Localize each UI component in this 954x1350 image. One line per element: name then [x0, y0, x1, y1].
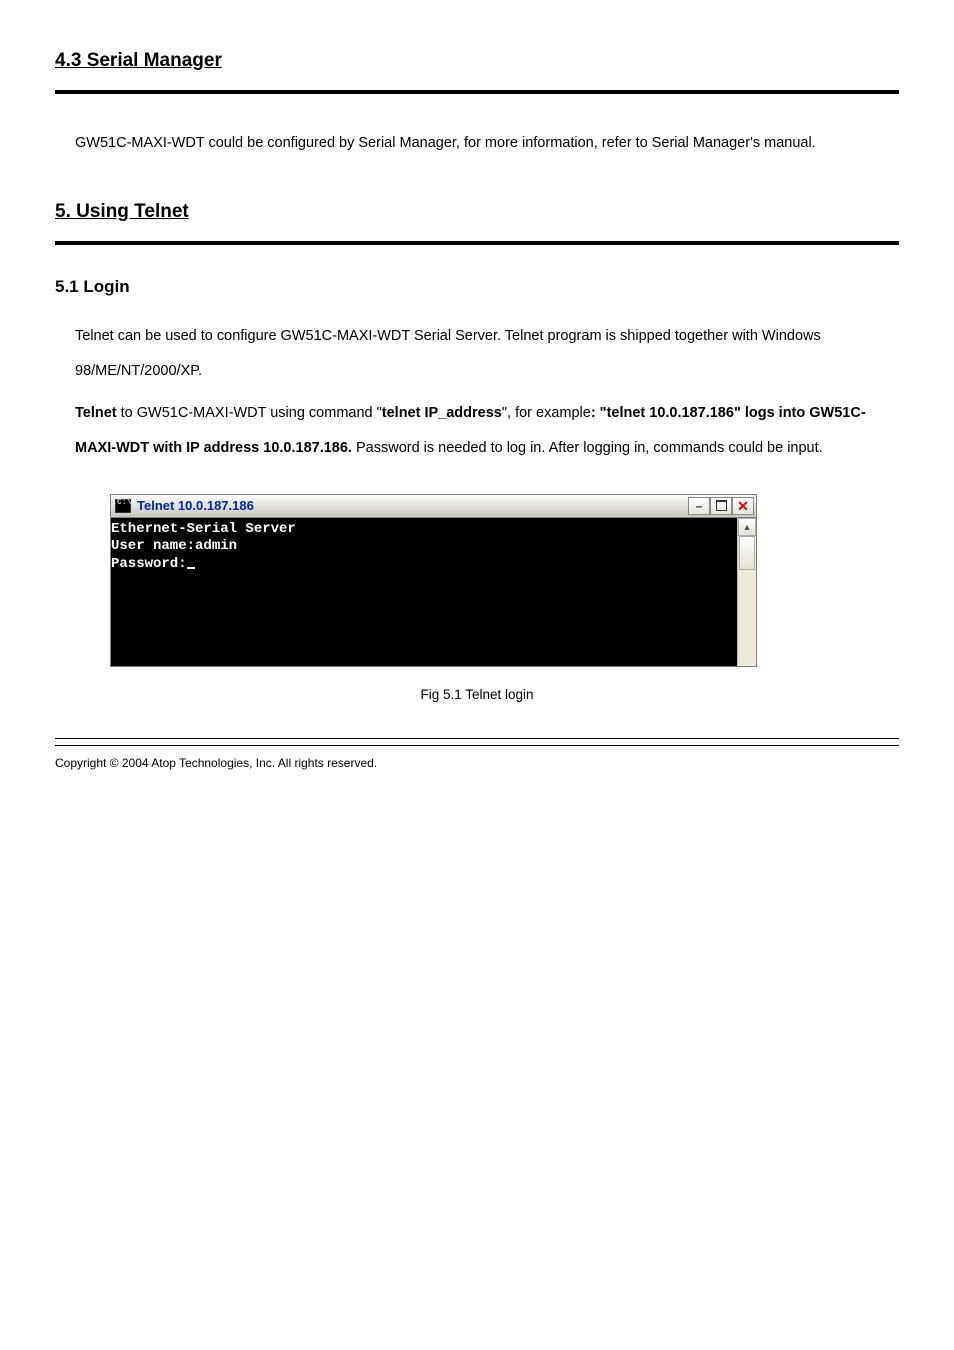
para-serial-manager: GW51C-MAXI-WDT could be configured by Se… [75, 126, 899, 161]
scroll-up-button[interactable]: ▲ [738, 518, 756, 536]
console-icon: C:\ [115, 499, 131, 513]
telnet-password-label: Password: [111, 556, 187, 572]
console-icon-label: C:\ [117, 499, 131, 507]
para-telnet-command: Telnet to GW51C-MAXI-WDT using command "… [75, 396, 899, 466]
subhead-login: 5.1 Login [55, 277, 899, 297]
cursor-icon [187, 567, 195, 569]
telnet-window-title: Telnet 10.0.187.186 [137, 498, 688, 513]
telnet-line-2: User name:admin [111, 538, 733, 556]
scroll-track[interactable] [738, 536, 756, 666]
telnet-body-wrap: Ethernet-Serial Server User name:admin P… [111, 518, 756, 666]
telnet-line-3: Password: [111, 556, 733, 574]
telnet-cmd-generic: telnet IP_address [382, 405, 502, 421]
telnet-word: Telnet [75, 405, 121, 421]
txt: using command " [270, 405, 382, 421]
footer: Copyright © 2004 Atop Technologies, Inc.… [55, 756, 899, 770]
txt: ", for example [502, 405, 591, 421]
maximize-button[interactable] [710, 497, 732, 515]
para-telnet-intro: Telnet can be used to configure GW51C-MA… [75, 319, 899, 389]
page-container: 4.3 Serial Manager GW51C-MAXI-WDT could … [0, 0, 954, 830]
figure-caption: Fig 5.1 Telnet login [55, 687, 899, 702]
footer-rule-2 [55, 745, 899, 746]
scroll-thumb[interactable] [739, 536, 755, 570]
divider-top [55, 90, 899, 94]
telnet-cmd-example: telnet 10.0.187.186 [607, 405, 734, 421]
telnet-window: C:\ Telnet 10.0.187.186 – ✕ Ethernet-Ser… [110, 494, 757, 667]
divider-2 [55, 241, 899, 245]
window-controls: – ✕ [688, 497, 754, 515]
telnet-body: Ethernet-Serial Server User name:admin P… [111, 518, 737, 666]
heading-using-telnet: 5. Using Telnet [55, 201, 899, 223]
footer-copyright: Copyright © 2004 Atop Technologies, Inc.… [55, 756, 899, 770]
telnet-titlebar: C:\ Telnet 10.0.187.186 – ✕ [111, 495, 756, 518]
txt: : " [591, 405, 607, 421]
txt: Password is needed to log in. After logg… [352, 440, 823, 456]
close-button[interactable]: ✕ [732, 497, 754, 515]
heading-serial-manager: 4.3 Serial Manager [55, 50, 899, 72]
txt: to GW51C-MAXI-WDT [121, 405, 271, 421]
scrollbar[interactable]: ▲ [737, 518, 756, 666]
minimize-button[interactable]: – [688, 497, 710, 515]
telnet-line-1: Ethernet-Serial Server [111, 521, 733, 539]
footer-rule-1 [55, 738, 899, 739]
